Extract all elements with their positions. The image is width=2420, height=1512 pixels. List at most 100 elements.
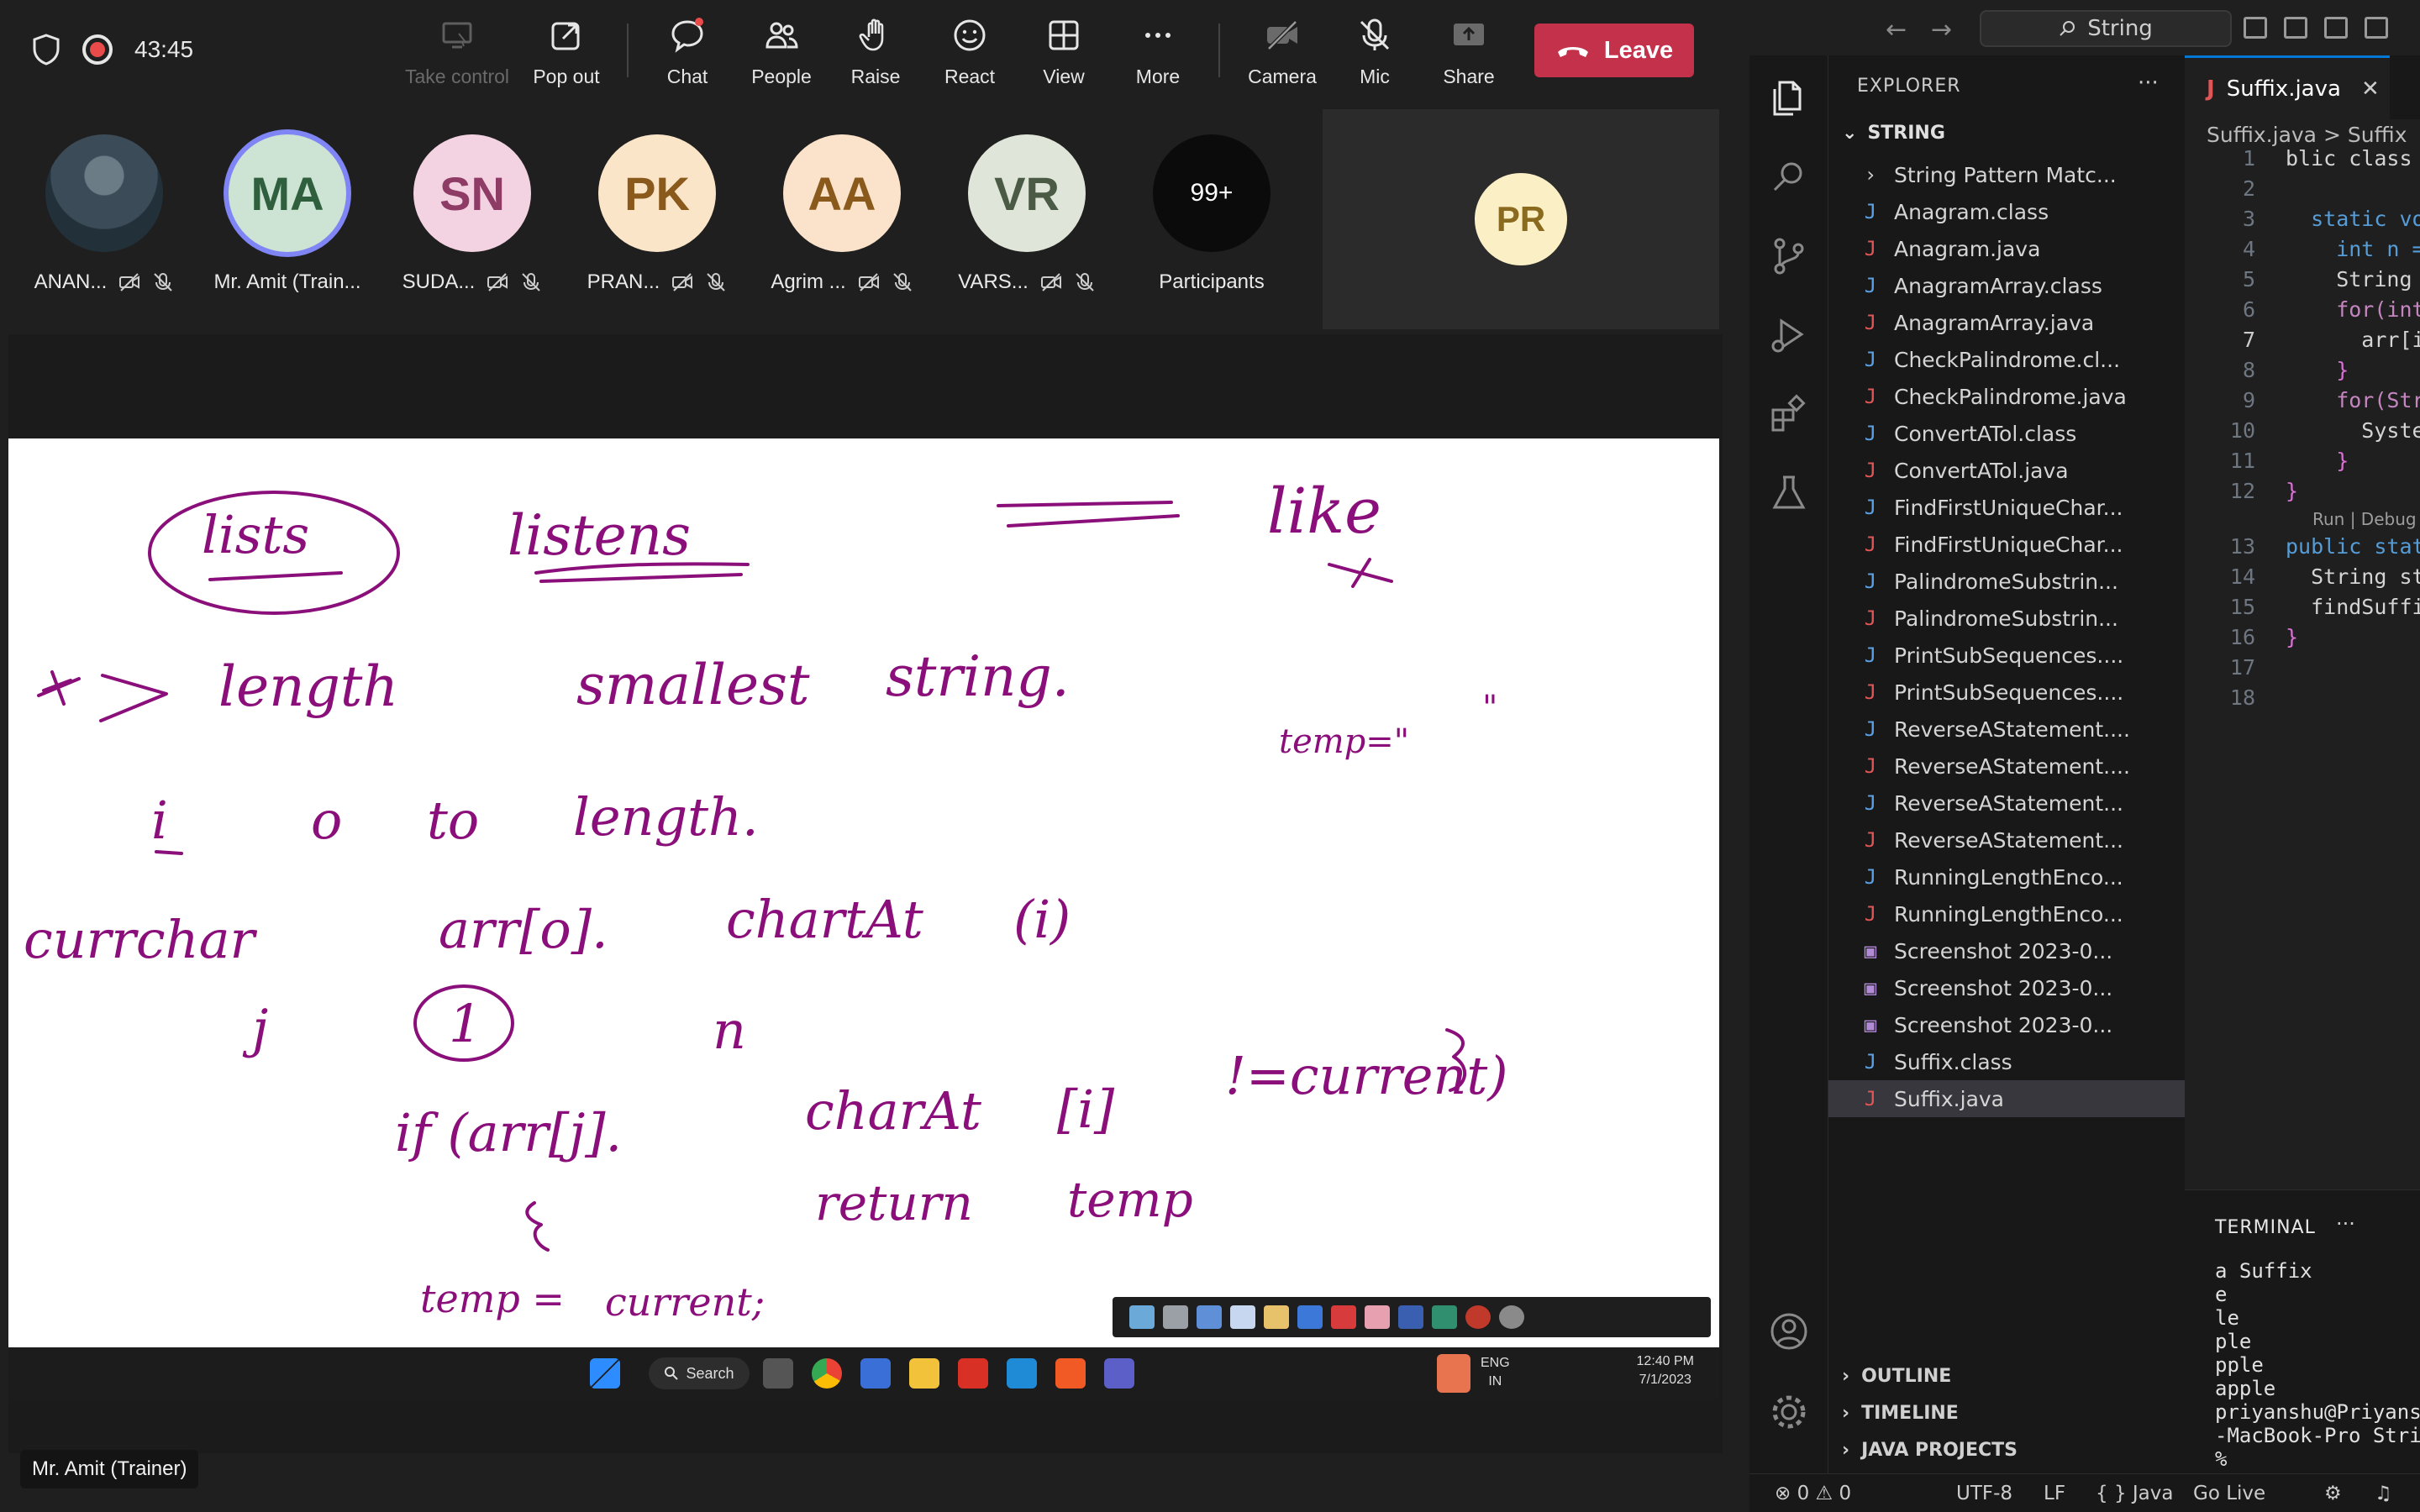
- take-control-button[interactable]: Take control: [405, 17, 509, 92]
- teams-icon[interactable]: [1104, 1358, 1134, 1389]
- file-tree-item[interactable]: › String Pattern Matc...: [1828, 156, 2185, 193]
- file-tree-item[interactable]: ▣ Screenshot 2023-0...: [1828, 969, 2185, 1006]
- file-tree-item[interactable]: J FindFirstUniqueChar...: [1828, 489, 2185, 526]
- settings-gear-icon[interactable]: [1768, 1391, 1810, 1433]
- toggle-secondary-sidebar-icon[interactable]: [2324, 17, 2348, 39]
- marker-tool-icon[interactable]: [1163, 1305, 1188, 1329]
- file-tree-item[interactable]: ▣ Screenshot 2023-0...: [1828, 1006, 2185, 1043]
- workspace-folder[interactable]: ⌄ STRING: [1842, 123, 1945, 144]
- file-tree-item[interactable]: J PrintSubSequences....: [1828, 637, 2185, 674]
- whiteboard-canvas[interactable]: lists listens like length smallest strin…: [8, 438, 1719, 1347]
- pop-out-button[interactable]: Pop out: [524, 17, 608, 92]
- run-debug-icon[interactable]: [1768, 314, 1810, 356]
- eol-indicator[interactable]: LF: [2044, 1483, 2065, 1504]
- language-mode[interactable]: { } Java: [2096, 1483, 2173, 1504]
- mic-active-icon[interactable]: [1437, 1354, 1470, 1393]
- terminal-tab[interactable]: TERMINAL: [2215, 1217, 2316, 1238]
- settings-gear-icon[interactable]: [1499, 1305, 1524, 1329]
- file-tree-item[interactable]: J ConvertATol.java: [1828, 452, 2185, 489]
- chrome-icon[interactable]: [812, 1358, 842, 1389]
- close-icon[interactable]: ✕: [2361, 76, 2380, 102]
- color-picker-icon[interactable]: [1331, 1305, 1356, 1329]
- go-live-button[interactable]: Go Live: [2193, 1483, 2265, 1504]
- file-tree-item[interactable]: J Suffix.java: [1828, 1080, 2185, 1117]
- raise-hand-button[interactable]: Raise: [834, 17, 918, 92]
- code-editor[interactable]: J Suffix.java ✕ Suffix.java > Suffix 1 bl…: [2185, 55, 2420, 1189]
- brave-icon[interactable]: [1055, 1358, 1086, 1389]
- file-tree-item[interactable]: J AnagramArray.class: [1828, 267, 2185, 304]
- participant-tile[interactable]: MA Mr. Amit (Train...: [203, 134, 371, 311]
- pinned-participant-tile[interactable]: PR: [1323, 109, 1719, 329]
- participants-overflow[interactable]: 99+ Participants: [1128, 134, 1296, 311]
- chat-button[interactable]: Chat: [645, 17, 729, 92]
- mic-button[interactable]: Mic: [1333, 17, 1417, 92]
- file-tree-item[interactable]: J RunningLengthEnco...: [1828, 858, 2185, 895]
- react-button[interactable]: React: [928, 17, 1012, 92]
- toggle-panel-icon[interactable]: [2284, 17, 2307, 39]
- file-tree-item[interactable]: J CheckPalindrome.java: [1828, 378, 2185, 415]
- file-tree-item[interactable]: J ReverseAStatement...: [1828, 785, 2185, 822]
- eraser-tool-icon[interactable]: [1365, 1305, 1390, 1329]
- pencil-tool-icon[interactable]: [1264, 1305, 1289, 1329]
- participant-tile[interactable]: AA Agrim ...: [758, 134, 926, 311]
- file-tree-item[interactable]: J RunningLengthEnco...: [1828, 895, 2185, 932]
- task-view-icon[interactable]: [763, 1358, 793, 1389]
- file-tree-item[interactable]: J FindFirstUniqueChar...: [1828, 526, 2185, 563]
- wps-office-icon[interactable]: [958, 1358, 988, 1389]
- file-tree-item[interactable]: J PalindromeSubstrin...: [1828, 600, 2185, 637]
- view-button[interactable]: View: [1022, 17, 1106, 92]
- java-projects-section[interactable]: › JAVA PROJECTS: [1842, 1440, 2018, 1461]
- breadcrumb[interactable]: Suffix.java > Suffix: [2207, 123, 2407, 147]
- explorer-files-icon[interactable]: [1768, 77, 1810, 119]
- forward-arrow-icon[interactable]: →: [1931, 15, 1952, 45]
- camera-button[interactable]: Camera: [1240, 17, 1324, 92]
- terminal-panel[interactable]: TERMINAL ··· a Suffix e le ple pple appl…: [2185, 1189, 2420, 1473]
- participant-tile[interactable]: PK PRAN...: [573, 134, 741, 311]
- file-tree-item[interactable]: ▣ Screenshot 2023-0...: [1828, 932, 2185, 969]
- file-explorer-icon[interactable]: [909, 1358, 939, 1389]
- file-tree-item[interactable]: J PalindromeSubstrin...: [1828, 563, 2185, 600]
- vscode-icon[interactable]: [1007, 1358, 1037, 1389]
- search-icon[interactable]: [1768, 156, 1810, 198]
- file-tree-item[interactable]: J AnagramArray.java: [1828, 304, 2185, 341]
- taskbar-search[interactable]: Search: [649, 1357, 750, 1389]
- tab-suffix-java[interactable]: J Suffix.java ✕: [2185, 55, 2390, 119]
- clock[interactable]: 12:40 PM 7/1/2023: [1637, 1352, 1694, 1389]
- encoding-indicator[interactable]: UTF-8: [1956, 1483, 2012, 1504]
- undo-icon[interactable]: [1398, 1305, 1423, 1329]
- toggle-sidebar-icon[interactable]: [2244, 17, 2267, 39]
- file-tree-item[interactable]: J ConvertATol.class: [1828, 415, 2185, 452]
- file-tree-item[interactable]: J PrintSubSequences....: [1828, 674, 2185, 711]
- pen-tool-icon[interactable]: [1129, 1305, 1155, 1329]
- file-tree-item[interactable]: J ReverseAStatement...: [1828, 822, 2185, 858]
- file-tree-item[interactable]: J CheckPalindrome.cl...: [1828, 341, 2185, 378]
- customize-layout-icon[interactable]: [2365, 17, 2388, 39]
- problems-indicator[interactable]: ⊗ 0 ⚠ 0: [1775, 1483, 1851, 1504]
- shape-tool-icon[interactable]: [1230, 1305, 1255, 1329]
- testing-flask-icon[interactable]: [1768, 472, 1810, 514]
- file-tree-item[interactable]: J Suffix.class: [1828, 1043, 2185, 1080]
- outline-section[interactable]: › OUTLINE: [1842, 1366, 1951, 1387]
- code-lens-run-debug[interactable]: Run | Debug: [2312, 509, 2417, 529]
- participant-tile[interactable]: VR VARS...: [943, 134, 1111, 311]
- notifications-bell-icon[interactable]: ♫: [2375, 1483, 2392, 1504]
- windows-start-icon[interactable]: [590, 1358, 620, 1389]
- extensions-icon[interactable]: [1768, 393, 1810, 435]
- file-tree-item[interactable]: J ReverseAStatement....: [1828, 748, 2185, 785]
- highlighter-tool-icon[interactable]: [1197, 1305, 1222, 1329]
- account-icon[interactable]: [1768, 1310, 1810, 1352]
- language-indicator[interactable]: ENG IN: [1481, 1354, 1510, 1391]
- share-button[interactable]: Share: [1427, 17, 1511, 92]
- more-actions-icon[interactable]: ···: [2138, 71, 2159, 96]
- source-control-icon[interactable]: [1768, 235, 1810, 277]
- more-actions-icon[interactable]: ···: [2336, 1212, 2355, 1236]
- people-button[interactable]: People: [739, 17, 823, 92]
- text-tool-icon[interactable]: [1297, 1305, 1323, 1329]
- screenshot-tool-icon[interactable]: [1432, 1305, 1457, 1329]
- file-tree-item[interactable]: J Anagram.java: [1828, 230, 2185, 267]
- timeline-section[interactable]: › TIMELINE: [1842, 1403, 1959, 1424]
- store-icon[interactable]: [860, 1358, 891, 1389]
- record-tool-icon[interactable]: [1465, 1305, 1491, 1329]
- command-center-search[interactable]: String: [1980, 10, 2232, 47]
- back-arrow-icon[interactable]: ←: [1886, 15, 1907, 45]
